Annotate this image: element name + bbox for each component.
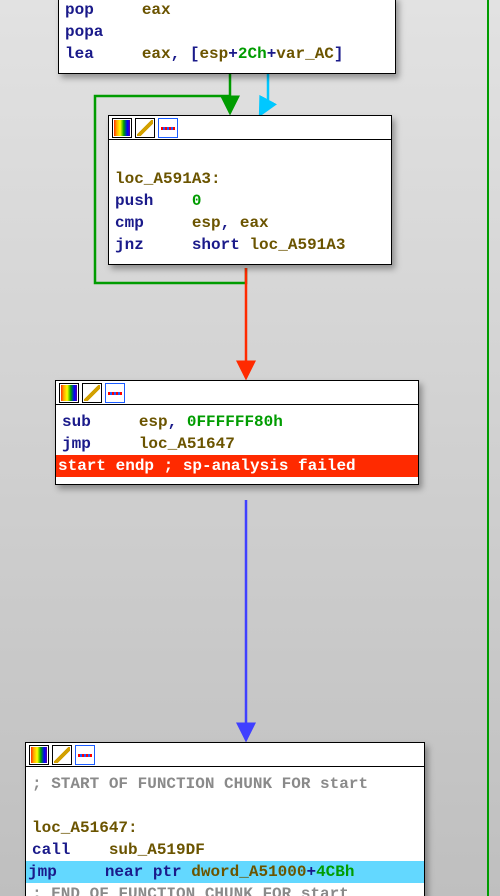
pencil-icon[interactable]	[135, 118, 155, 138]
asm-comment: ; END OF FUNCTION CHUNK FOR start	[32, 883, 418, 896]
squiggle-icon[interactable]	[75, 745, 95, 765]
node-titlebar	[109, 116, 391, 140]
asm-line: jmp loc_A51647	[62, 433, 412, 455]
rainbow-icon[interactable]	[29, 745, 49, 765]
asm-line: lea eax, [esp+2Ch+var_AC]	[65, 43, 389, 65]
asm-error-line: start endp ; sp-analysis failed	[56, 455, 418, 477]
asm-line: call sub_A519DF	[32, 839, 418, 861]
asm-line: jnz short loc_A591A3	[115, 234, 385, 256]
pencil-icon[interactable]	[52, 745, 72, 765]
graph-node-chunk[interactable]: ; START OF FUNCTION CHUNK FOR start loc_…	[25, 742, 425, 896]
squiggle-icon[interactable]	[105, 383, 125, 403]
graph-node-loop[interactable]: loc_A591A3: push 0 cmp esp, eax jnz shor…	[108, 115, 392, 265]
asm-comment: ; START OF FUNCTION CHUNK FOR start	[32, 773, 418, 795]
asm-line: sub esp, 0FFFFFF80h	[62, 411, 412, 433]
squiggle-icon[interactable]	[158, 118, 178, 138]
pencil-icon[interactable]	[82, 383, 102, 403]
rainbow-icon[interactable]	[59, 383, 79, 403]
asm-line-highlighted: jmp near ptr dword_A51000+4CBh	[26, 861, 424, 883]
graph-node-exit[interactable]: sub esp, 0FFFFFF80h jmp loc_A51647 start…	[55, 380, 419, 485]
asm-blank	[32, 795, 418, 817]
node-titlebar	[56, 381, 418, 405]
graph-node-entry[interactable]: pop eax popa lea eax, [esp+2Ch+var_AC]	[58, 0, 396, 74]
asm-line: pop eax	[65, 0, 389, 21]
ida-graph-canvas[interactable]: pop eax popa lea eax, [esp+2Ch+var_AC] l…	[0, 0, 500, 896]
asm-label: loc_A591A3:	[115, 168, 385, 190]
rainbow-icon[interactable]	[112, 118, 132, 138]
asm-label: loc_A51647:	[32, 817, 418, 839]
asm-line: cmp esp, eax	[115, 212, 385, 234]
node-titlebar	[26, 743, 424, 767]
asm-line: push 0	[115, 190, 385, 212]
edge-fallthrough	[260, 70, 268, 115]
asm-line: popa	[65, 21, 389, 43]
asm-blank	[115, 146, 385, 168]
